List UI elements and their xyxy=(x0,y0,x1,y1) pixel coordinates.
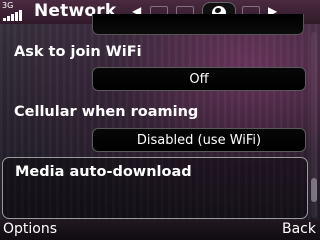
previous-setting-field[interactable] xyxy=(92,14,304,35)
setting-label-media-auto-download: Media auto-download xyxy=(15,164,192,180)
network-type-label: 3G xyxy=(2,1,14,10)
back-softkey[interactable]: Back xyxy=(282,221,316,237)
setting-label-ask-wifi: Ask to join WiFi xyxy=(14,44,142,60)
options-softkey[interactable]: Options xyxy=(3,221,57,237)
setting-media-auto-download[interactable]: Media auto-download xyxy=(2,157,308,219)
setting-label-cellular-roaming: Cellular when roaming xyxy=(14,104,199,120)
scrollbar[interactable] xyxy=(311,32,317,218)
cellular-roaming-value-field[interactable]: Disabled (use WiFi) xyxy=(92,128,306,152)
scrollbar-thumb[interactable] xyxy=(311,178,317,202)
ask-wifi-value-field[interactable]: Off xyxy=(92,67,306,91)
softkey-bar: Options Back xyxy=(0,220,320,240)
signal-indicator: 3G xyxy=(2,1,28,23)
